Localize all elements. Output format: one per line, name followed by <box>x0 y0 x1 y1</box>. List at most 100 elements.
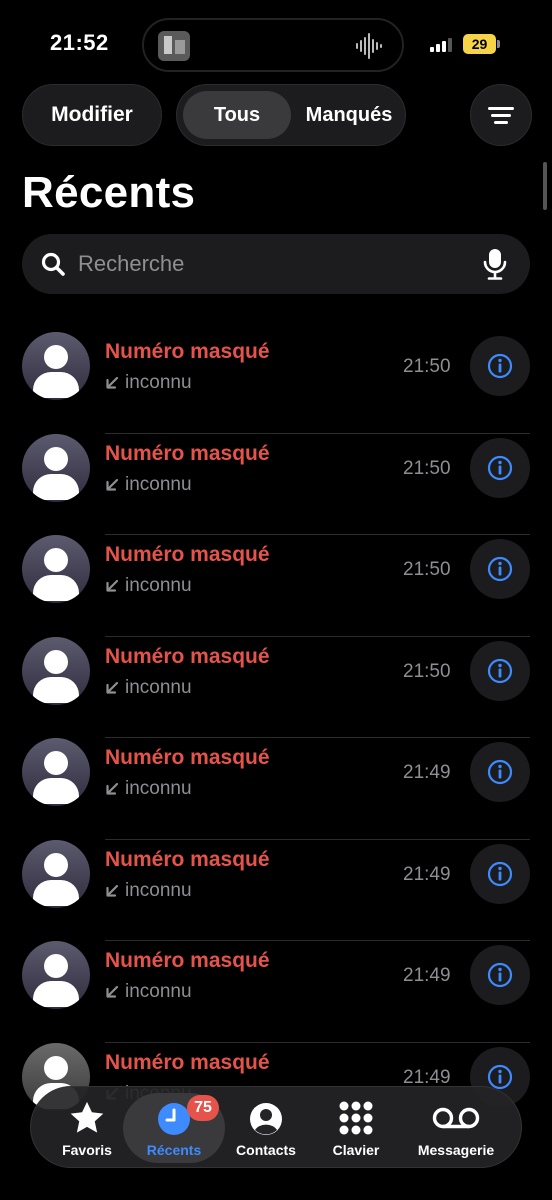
search-field[interactable]: Recherche <box>22 234 530 294</box>
incoming-call-arrow-icon <box>106 681 119 694</box>
avatar-body <box>33 473 79 500</box>
search-placeholder: Recherche <box>78 251 185 276</box>
avatar-head <box>44 751 68 775</box>
avatar-body <box>33 981 79 1007</box>
call-row[interactable]: Numéro masqué inconnu 21:50 <box>0 433 552 535</box>
avatar <box>22 636 90 705</box>
segment-missed[interactable]: Manqués <box>295 91 403 139</box>
call-row[interactable]: Numéro masqué inconnu 21:50 <box>0 332 552 434</box>
filter-icon-line <box>491 114 511 117</box>
call-type-label: inconnu <box>125 473 192 495</box>
battery-icon: 29 <box>463 34 500 54</box>
tab-favorites[interactable]: Favoris <box>53 1087 121 1169</box>
caller-name: Numéro masqué <box>105 340 270 363</box>
call-type: inconnu <box>105 778 192 800</box>
segment-all[interactable]: Tous <box>183 91 291 139</box>
call-type: inconnu <box>105 575 192 597</box>
call-type: inconnu <box>105 981 192 1003</box>
tab-contacts[interactable]: Contacts <box>231 1087 301 1169</box>
info-icon <box>487 759 513 785</box>
avatar <box>22 433 90 502</box>
incoming-call-arrow-icon <box>106 376 119 389</box>
tab-recents-label: Récents <box>146 1142 202 1158</box>
avatar-body <box>33 676 79 703</box>
call-type: inconnu <box>105 677 192 699</box>
bottom-fade <box>0 1168 552 1200</box>
avatar <box>22 535 90 603</box>
call-info-button[interactable] <box>470 539 530 599</box>
recent-calls-list: Numéro masqué inconnu 21:50 Numéro masqué in… <box>0 332 552 1144</box>
avatar-body <box>33 372 79 398</box>
call-time: 21:50 <box>403 660 451 682</box>
call-type: inconnu <box>105 880 192 902</box>
call-info-button[interactable] <box>470 437 530 498</box>
call-row[interactable]: Numéro masqué inconnu 21:50 <box>0 535 552 637</box>
tab-voicemail[interactable]: Messagerie <box>411 1087 501 1169</box>
keypad-icon <box>339 1101 373 1135</box>
person-circle-icon <box>250 1103 282 1135</box>
tab-keypad-label: Clavier <box>332 1142 380 1158</box>
dynamic-island[interactable] <box>142 18 404 72</box>
caller-name: Numéro masqué <box>105 746 270 769</box>
info-icon <box>487 1064 513 1089</box>
call-info-button[interactable] <box>470 336 530 396</box>
caller-name: Numéro masqué <box>105 441 270 465</box>
search-icon <box>41 252 65 276</box>
incoming-call-arrow-icon <box>106 782 119 795</box>
avatar <box>22 332 90 400</box>
scroll-indicator[interactable] <box>543 162 547 210</box>
audio-waveform-icon <box>356 32 386 60</box>
info-icon <box>487 658 513 683</box>
call-time: 21:49 <box>403 863 451 885</box>
avatar <box>22 839 90 908</box>
microphone-icon[interactable] <box>482 247 508 281</box>
call-type-label: inconnu <box>125 879 192 901</box>
call-info-button[interactable] <box>470 742 530 802</box>
avatar-body <box>33 778 79 804</box>
call-time: 21:49 <box>403 762 451 783</box>
call-info-button[interactable] <box>470 640 530 701</box>
call-time: 21:49 <box>403 965 451 986</box>
info-icon <box>487 455 513 480</box>
tab-voicemail-label: Messagerie <box>417 1142 495 1158</box>
cellular-signal-icon <box>430 36 452 52</box>
info-icon <box>487 556 513 582</box>
avatar-head <box>44 446 68 471</box>
caller-name: Numéro masqué <box>105 949 270 972</box>
avatar-head <box>44 649 68 674</box>
call-type-label: inconnu <box>125 981 192 1002</box>
info-icon <box>487 353 513 379</box>
call-info-button[interactable] <box>470 843 530 904</box>
call-type-label: inconnu <box>125 778 192 799</box>
call-row[interactable]: Numéro masqué inconnu 21:50 <box>0 636 552 738</box>
avatar <box>22 738 90 806</box>
tab-keypad[interactable]: Clavier <box>321 1087 391 1169</box>
clock-icon <box>158 1103 190 1135</box>
tab-bar: Favoris Récents 75 Contacts Clavier Mess… <box>30 1086 522 1168</box>
call-type: inconnu <box>105 372 192 394</box>
voicemail-icon <box>432 1107 480 1129</box>
page-title: Récents <box>22 168 196 217</box>
avatar-body <box>33 575 79 601</box>
info-icon <box>487 861 513 886</box>
avatar <box>22 941 90 1009</box>
call-row[interactable]: Numéro masqué inconnu 21:49 <box>0 738 552 840</box>
call-info-button[interactable] <box>470 945 530 1005</box>
avatar-head <box>44 852 68 877</box>
caller-name: Numéro masqué <box>105 644 270 668</box>
call-row[interactable]: Numéro masqué inconnu 21:49 <box>0 839 552 941</box>
call-type-label: inconnu <box>125 676 192 698</box>
call-row[interactable]: Numéro masqué inconnu 21:49 <box>0 941 552 1043</box>
incoming-call-arrow-icon <box>106 884 119 897</box>
edit-button[interactable]: Modifier <box>22 84 162 146</box>
call-time: 21:50 <box>403 457 451 479</box>
avatar-head <box>44 548 68 572</box>
missed-calls-badge: 75 <box>187 1095 219 1121</box>
incoming-call-arrow-icon <box>106 478 119 491</box>
incoming-call-arrow-icon <box>106 985 119 998</box>
filter-menu-button[interactable] <box>470 84 532 146</box>
avatar-head <box>44 345 68 369</box>
now-playing-artwork <box>158 31 190 61</box>
caller-name: Numéro masqué <box>105 1050 270 1074</box>
status-time: 21:52 <box>50 30 109 55</box>
